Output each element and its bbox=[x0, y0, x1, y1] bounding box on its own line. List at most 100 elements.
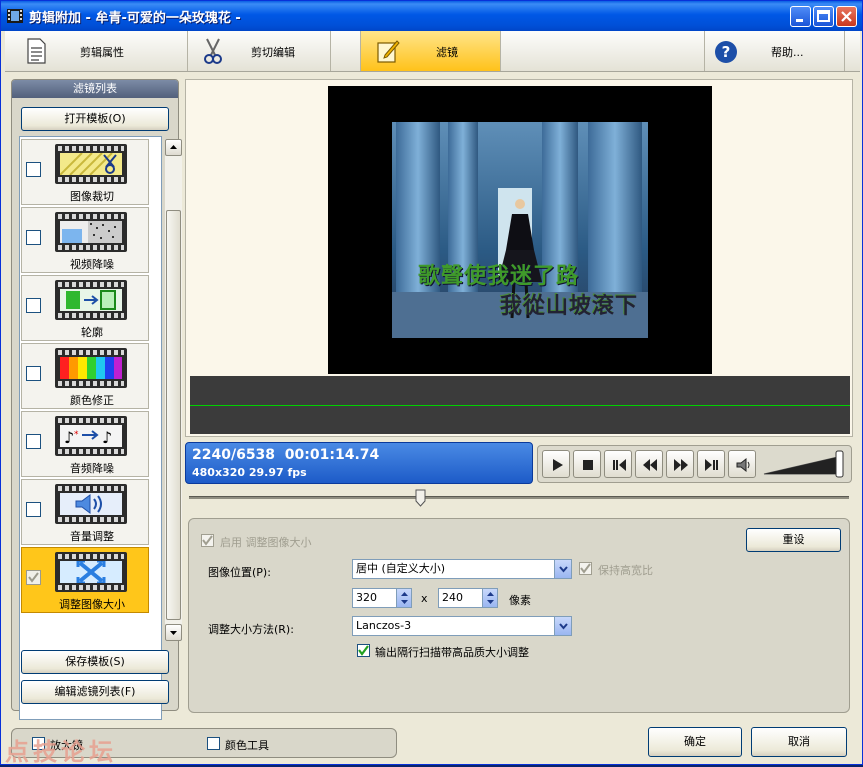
cancel-button[interactable]: 取消 bbox=[751, 727, 847, 757]
filter-checkbox[interactable] bbox=[26, 434, 41, 449]
interlaced-hq-label: 输出隔行扫描带高品质大小调整 bbox=[375, 646, 529, 659]
resize-filter-icon bbox=[55, 552, 127, 592]
filter-item-audio-denoise[interactable]: ♪ * ♪ 音频降噪 bbox=[21, 411, 149, 477]
close-button[interactable] bbox=[836, 6, 857, 27]
rewind-icon bbox=[643, 459, 657, 471]
open-template-button[interactable]: 打开模板(O) bbox=[21, 107, 169, 131]
dimension-separator: x bbox=[421, 592, 428, 605]
filter-item-resize[interactable]: 调整图像大小 bbox=[21, 547, 149, 613]
mute-button[interactable] bbox=[728, 450, 756, 478]
width-spinner[interactable]: 320 bbox=[352, 588, 412, 608]
svg-text:*: * bbox=[74, 430, 79, 440]
resize-method-dropdown[interactable] bbox=[554, 617, 571, 635]
save-template-button[interactable]: 保存模板(S) bbox=[21, 650, 169, 674]
width-spin-arrows[interactable] bbox=[396, 589, 411, 607]
image-position-dropdown[interactable] bbox=[554, 560, 571, 578]
reset-button[interactable]: 重设 bbox=[746, 528, 841, 552]
scroll-down-button[interactable] bbox=[165, 624, 182, 641]
filter-item-label: 音频降噪 bbox=[70, 462, 114, 475]
filter-item-volume-adjust[interactable]: 音量调整 bbox=[21, 479, 149, 545]
volume-adjust-icon bbox=[55, 484, 127, 524]
check-icon bbox=[580, 563, 591, 574]
filter-list-header: 滤镜列表 bbox=[12, 80, 178, 98]
keep-aspect-checkbox[interactable] bbox=[579, 562, 592, 575]
speaker-icon bbox=[736, 457, 750, 473]
play-icon bbox=[553, 459, 563, 471]
stop-button[interactable] bbox=[573, 450, 601, 478]
waveform-baseline bbox=[190, 405, 850, 406]
stop-icon bbox=[583, 460, 593, 470]
rewind-button[interactable] bbox=[635, 450, 663, 478]
prev-frame-button[interactable] bbox=[604, 450, 632, 478]
volume-slider[interactable] bbox=[762, 450, 848, 478]
chevron-down-icon bbox=[559, 566, 568, 573]
fast-forward-icon bbox=[674, 459, 688, 471]
time-status-display: 2240/6538 00:01:14.74 480x320 29.97 fps bbox=[185, 442, 533, 484]
resize-method-select[interactable]: Lanczos-3 bbox=[352, 616, 572, 636]
filter-item-crop[interactable]: 图像裁切 bbox=[21, 139, 149, 205]
audio-waveform-timeline[interactable] bbox=[190, 376, 850, 434]
filter-settings-panel: 启用 调整图像大小 重设 图像位置(P): 居中 (自定义大小) 保持高宽比 3… bbox=[188, 518, 850, 713]
play-button[interactable] bbox=[542, 450, 570, 478]
filter-item-label: 调整图像大小 bbox=[59, 598, 125, 611]
filter-item-video-denoise[interactable]: 视频降噪 bbox=[21, 207, 149, 273]
image-position-select[interactable]: 居中 (自定义大小) bbox=[352, 559, 572, 579]
edit-filter-list-button[interactable]: 编辑滤镜列表(F) bbox=[21, 680, 169, 704]
tab-filters-label: 滤镜 bbox=[436, 46, 458, 59]
transport-controls bbox=[537, 445, 852, 483]
maximize-icon bbox=[817, 10, 830, 22]
timecode: 00:01:14.74 bbox=[284, 447, 380, 463]
scroll-thumb[interactable] bbox=[166, 210, 181, 620]
maximize-button[interactable] bbox=[813, 6, 834, 27]
title-bar[interactable]: 剪辑附加 - 牟青-可爱的一朵玫瑰花 - bbox=[1, 1, 862, 31]
help-button[interactable]: ? 帮助... bbox=[705, 31, 845, 71]
resize-method-value: Lanczos-3 bbox=[356, 619, 412, 632]
filter-list-panel: 滤镜列表 打开模板(O) 图像裁切 视频降噪 轮廓 颜色修正 ♪ * ♪ 音频降… bbox=[11, 79, 182, 720]
filter-checkbox[interactable] bbox=[26, 298, 41, 313]
pixels-unit-label: 像素 bbox=[509, 594, 531, 607]
filter-checkbox[interactable] bbox=[26, 502, 41, 517]
fast-forward-button[interactable] bbox=[666, 450, 694, 478]
tab-filters[interactable]: 滤镜 bbox=[361, 31, 501, 71]
filter-checkbox[interactable] bbox=[26, 366, 41, 381]
interlaced-hq-checkbox[interactable] bbox=[357, 644, 370, 657]
filter-checkbox[interactable] bbox=[26, 230, 41, 245]
filter-list[interactable]: 图像裁切 视频降噪 轮廓 颜色修正 ♪ * ♪ 音频降噪 音量调整 调整图像大小 bbox=[19, 136, 162, 720]
keep-aspect-label: 保持高宽比 bbox=[598, 564, 653, 577]
toolbar-spacer bbox=[331, 31, 361, 71]
next-frame-button[interactable] bbox=[697, 450, 725, 478]
filter-item-label: 视频降噪 bbox=[70, 258, 114, 271]
arrow-down-icon bbox=[170, 631, 177, 635]
height-spin-arrows[interactable] bbox=[482, 589, 497, 607]
filter-item-outline[interactable]: 轮廓 bbox=[21, 275, 149, 341]
chevron-down-icon bbox=[559, 623, 568, 630]
svg-text:♪: ♪ bbox=[64, 428, 74, 447]
seek-slider-thumb[interactable] bbox=[415, 489, 426, 507]
filter-checkbox[interactable] bbox=[26, 162, 41, 177]
tab-cut-edit[interactable]: 剪切编辑 bbox=[188, 31, 331, 71]
filter-item-color-correction[interactable]: 颜色修正 bbox=[21, 343, 149, 409]
enable-resize-checkbox[interactable] bbox=[201, 534, 214, 547]
edit-note-icon bbox=[377, 40, 400, 63]
check-icon bbox=[28, 572, 39, 583]
resize-method-label: 调整大小方法(R): bbox=[208, 623, 294, 636]
filter-item-label: 颜色修正 bbox=[70, 394, 114, 407]
filter-checkbox-checked[interactable] bbox=[26, 570, 41, 585]
color-correction-icon bbox=[55, 348, 127, 388]
minimize-button[interactable] bbox=[790, 6, 811, 27]
seek-slider-track[interactable] bbox=[189, 496, 849, 499]
filter-item-label: 音量调整 bbox=[70, 530, 114, 543]
filter-list-scrollbar[interactable] bbox=[165, 139, 182, 641]
tab-clip-properties[interactable]: 剪辑属性 bbox=[5, 31, 188, 71]
help-icon: ? bbox=[715, 41, 737, 63]
arrow-up-icon bbox=[170, 145, 177, 149]
scroll-up-button[interactable] bbox=[165, 139, 182, 156]
film-app-icon bbox=[7, 9, 23, 23]
color-tool-checkbox[interactable] bbox=[207, 737, 220, 750]
watermark-text: 点技论坛 bbox=[5, 738, 117, 766]
height-value: 240 bbox=[442, 591, 463, 604]
height-spinner[interactable]: 240 bbox=[438, 588, 498, 608]
subtitle-line-2: 我從山坡滾下 bbox=[500, 293, 639, 319]
ok-button[interactable]: 确定 bbox=[648, 727, 742, 757]
help-label: 帮助... bbox=[771, 46, 804, 59]
